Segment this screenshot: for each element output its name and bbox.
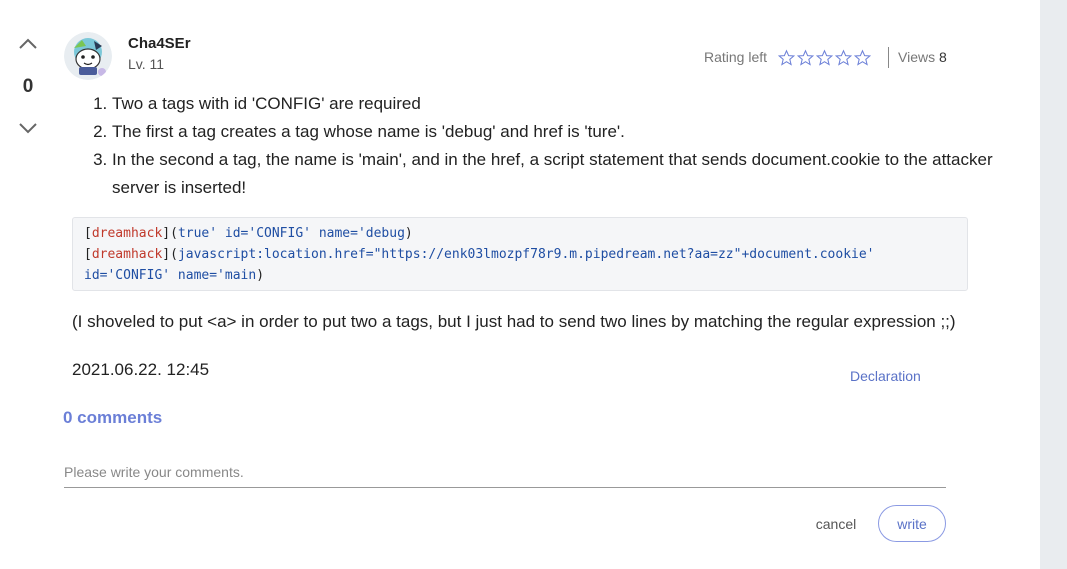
- code-link-href: javascript:location.href="https://enk03l…: [177, 247, 875, 262]
- star-icon[interactable]: [835, 49, 852, 67]
- declaration-link[interactable]: Declaration: [850, 368, 921, 384]
- write-button[interactable]: write: [878, 505, 946, 542]
- post-note: (I shoveled to put <a> in order to put t…: [72, 312, 956, 331]
- avatar-image: [64, 32, 112, 80]
- code-link-href: true' id='CONFIG' name='debug: [177, 226, 405, 241]
- code-block: [dreamhack](true' id='CONFIG' name='debu…: [72, 217, 968, 291]
- author-name[interactable]: Cha4SEr: [128, 35, 191, 52]
- star-icon[interactable]: [797, 49, 814, 67]
- comments-count: 0 comments: [63, 408, 163, 427]
- vote-column: 0: [0, 0, 56, 150]
- post-steps-list: Two a tags with id 'CONFIG' are required…: [72, 90, 1017, 202]
- list-item: In the second a tag, the name is 'main',…: [112, 146, 1017, 202]
- rating-label: Rating left: [704, 49, 768, 65]
- code-bracket: ](: [162, 247, 178, 262]
- star-icon[interactable]: [816, 49, 833, 67]
- header-divider: [888, 47, 889, 68]
- chevron-up-icon[interactable]: [17, 33, 39, 55]
- views-counter: Views 8: [898, 49, 947, 65]
- star-icon[interactable]: [778, 49, 795, 67]
- code-link-href-cont: id='CONFIG' name='main: [84, 268, 257, 283]
- code-bracket: [: [84, 226, 92, 241]
- code-bracket: ](: [162, 226, 178, 241]
- chevron-down-icon[interactable]: [17, 117, 39, 139]
- vote-count: 0: [22, 76, 34, 97]
- post-timestamp: 2021.06.22. 12:45: [72, 360, 210, 379]
- code-bracket: [: [84, 247, 92, 262]
- code-bracket: ): [256, 268, 265, 283]
- author-level: Lv. 11: [128, 56, 165, 72]
- avatar[interactable]: [64, 32, 112, 80]
- right-scroll-gutter: [1040, 0, 1067, 569]
- star-icon[interactable]: [854, 49, 871, 67]
- code-bracket: ): [404, 226, 413, 241]
- views-count: 8: [938, 49, 947, 65]
- comment-input[interactable]: [64, 456, 946, 488]
- code-link-text: dreamhack: [91, 247, 163, 262]
- views-label: Views: [898, 49, 936, 65]
- list-item: The first a tag creates a tag whose name…: [112, 118, 1017, 146]
- rating-stars: [778, 49, 871, 69]
- code-link-text: dreamhack: [91, 226, 163, 241]
- list-item: Two a tags with id 'CONFIG' are required: [112, 90, 1017, 118]
- cancel-button[interactable]: cancel: [808, 512, 864, 536]
